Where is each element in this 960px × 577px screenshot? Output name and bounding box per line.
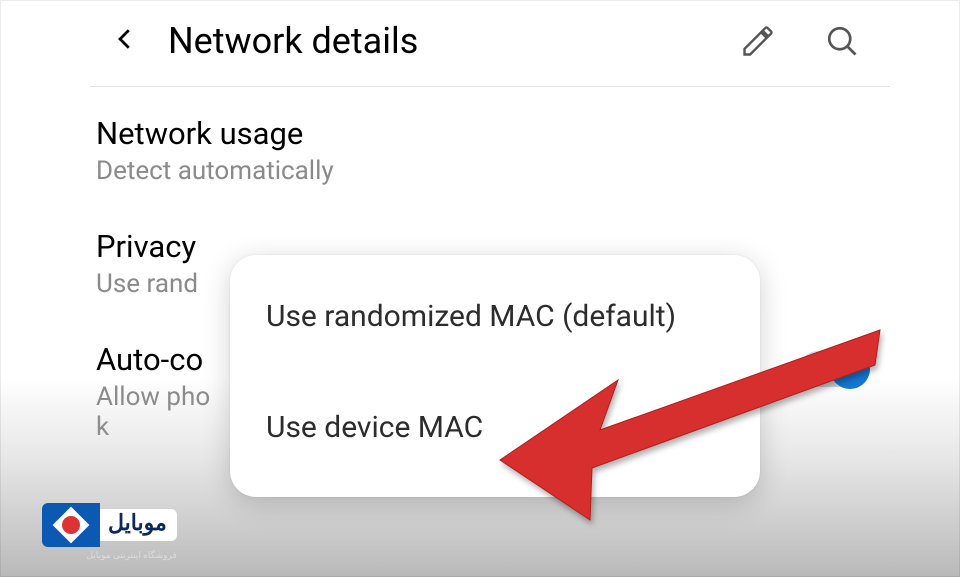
option-device-mac[interactable]: Use device MAC: [266, 396, 724, 459]
watermark-logo: موبایل فروشگاه اینترنتی موبایل: [42, 503, 177, 547]
network-usage-label: Network usage: [96, 115, 870, 152]
auto-connect-switch[interactable]: [800, 351, 870, 387]
back-button[interactable]: [110, 24, 140, 54]
page-title: Network details: [168, 20, 418, 62]
network-usage-row[interactable]: Network usage Detect automatically: [96, 115, 870, 186]
mac-selection-popup: Use randomized MAC (default) Use device …: [230, 255, 760, 497]
watermark-brand: موبایل: [100, 509, 177, 541]
edit-icon[interactable]: [740, 23, 776, 59]
network-usage-sub: Detect automatically: [96, 156, 870, 186]
watermark-badge-icon: [42, 503, 100, 547]
search-icon[interactable]: [824, 23, 860, 59]
option-randomized-mac[interactable]: Use randomized MAC (default): [266, 285, 724, 348]
watermark-tagline: فروشگاه اینترنتی موبایل: [87, 551, 177, 561]
